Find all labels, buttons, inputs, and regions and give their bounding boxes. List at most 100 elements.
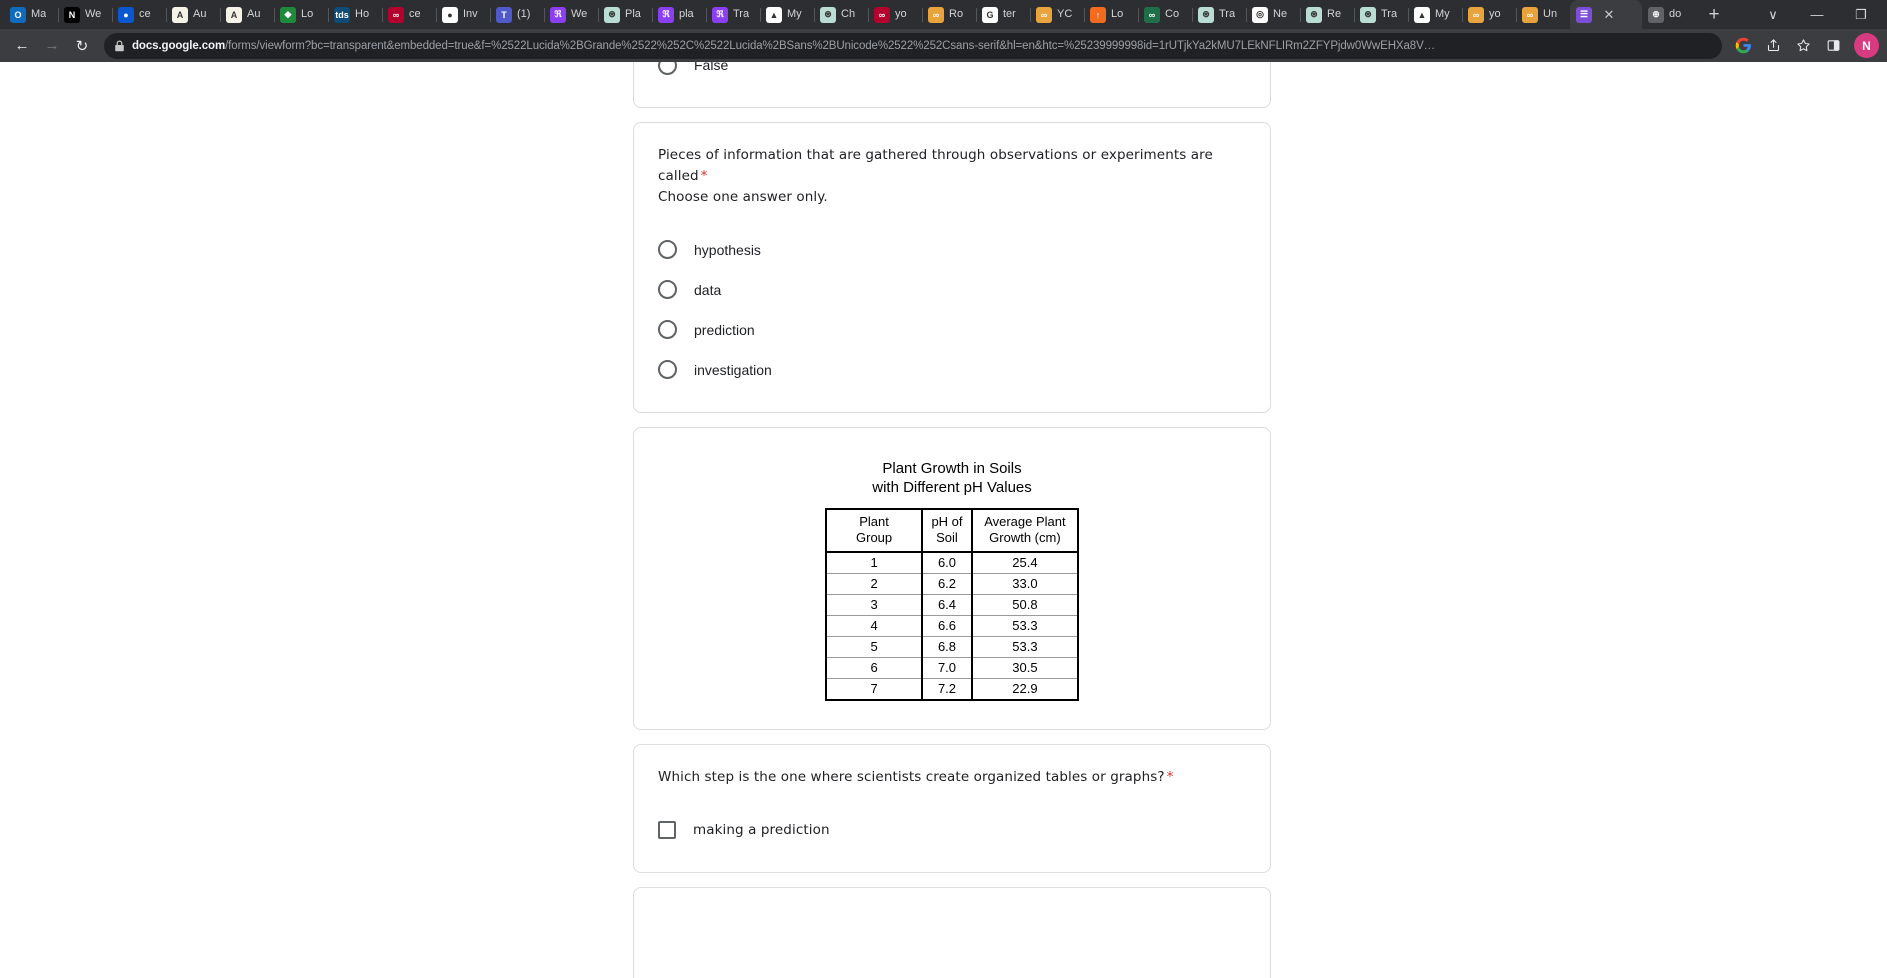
browser-tab-0[interactable]: O Ma (4, 0, 58, 29)
coursera-icon: ∞ (1036, 6, 1052, 23)
perplexity-icon: ℜ (712, 6, 728, 23)
google-forms-icon: ☰ (1576, 6, 1592, 23)
forward-button[interactable]: → (38, 32, 66, 60)
browser-tab-28[interactable]: ∞ Un (1516, 0, 1570, 29)
option-row-making-a-prediction[interactable]: making a prediction (658, 810, 1242, 850)
browser-tab-1[interactable]: N We (58, 0, 112, 29)
browser-tab-30[interactable]: ⊕ do (1642, 0, 1696, 29)
browser-tab-26[interactable]: ▲ My (1408, 0, 1462, 29)
checkbox-making-a-prediction[interactable] (658, 820, 676, 839)
browser-tab-17[interactable]: ∞ Ro (922, 0, 976, 29)
tab-title: My (1435, 8, 1450, 20)
table-cell: 5 (824, 635, 924, 658)
google-g-icon[interactable] (1730, 33, 1756, 59)
option-row-false[interactable]: False (658, 62, 1242, 85)
browser-tab-11[interactable]: ⊛ Pla (598, 0, 652, 29)
share-icon[interactable] (1760, 33, 1786, 59)
browser-tab-12[interactable]: ℜpla (652, 0, 706, 29)
browser-tab-5[interactable]: ◆ Lo (274, 0, 328, 29)
browser-tab-3[interactable]: A Au (166, 0, 220, 29)
option-row-hypothesis[interactable]: hypothesis (658, 230, 1242, 270)
bookmark-star-icon[interactable] (1790, 33, 1816, 59)
tab-title: Tra (1219, 8, 1236, 20)
tab-title: Ro (949, 8, 964, 20)
browser-tab-8[interactable]: ● Inv (436, 0, 490, 29)
browser-tab-24[interactable]: ⊛ Re (1300, 0, 1354, 29)
toolbar-right-group: N (1730, 33, 1879, 59)
col-head-line2: Soil (936, 530, 958, 546)
browser-tab-10[interactable]: ℜ We (544, 0, 598, 29)
browser-tab-22[interactable]: ⊛ Tra (1192, 0, 1246, 29)
browser-tab-19[interactable]: ∞ YC (1030, 0, 1084, 29)
table-title: Plant Growth in Soils with Different pH … (825, 460, 1079, 498)
browser-tab-6[interactable]: tds Ho (328, 0, 382, 29)
table-header-row: Plant Group pH of Soil Average Plant Gro… (824, 509, 1080, 553)
browser-tab-4[interactable]: A Au (220, 0, 274, 29)
tab-title: ter (1003, 8, 1016, 20)
table-cell: 2 (824, 572, 924, 595)
browser-tab-15[interactable]: ⊛ Ch (814, 0, 868, 29)
browser-tab-13[interactable]: ℜ Tra (706, 0, 760, 29)
url-host: docs.google.com (132, 39, 226, 52)
required-asterisk: * (700, 167, 708, 184)
browser-tab-7[interactable]: ∞ ce (382, 0, 436, 29)
browser-tab-active[interactable]: ☰ ✕ (1570, 0, 1642, 29)
outlook-icon: O (10, 6, 26, 23)
options-list-data: hypothesis data prediction investigation (658, 230, 1242, 390)
tab-close-button[interactable]: ✕ (1602, 8, 1616, 21)
table-image-wrapper: Plant Growth in Soils with Different pH … (662, 460, 1242, 701)
latex-icon: A (226, 6, 242, 23)
radio-false[interactable] (658, 62, 677, 75)
browser-tab-21[interactable]: ∞ Co (1138, 0, 1192, 29)
browser-tab-9[interactable]: T (1) (490, 0, 544, 29)
radio-data[interactable] (658, 280, 677, 300)
browser-tab-18[interactable]: Gter (976, 0, 1030, 29)
browser-tab-14[interactable]: ▲ My (760, 0, 814, 29)
option-row-investigation[interactable]: investigation (658, 350, 1242, 390)
lock-icon (114, 40, 125, 52)
option-label-data: data (694, 281, 722, 298)
restore-button[interactable]: ❐ (1839, 0, 1883, 29)
side-panel-icon[interactable] (1820, 33, 1846, 59)
table-cell: 53.3 (970, 614, 1080, 637)
infinity-green-icon: ∞ (1144, 6, 1160, 23)
tab-title: YC (1057, 8, 1073, 20)
address-bar[interactable]: docs.google.com/forms/viewform?bc=transp… (104, 32, 1722, 59)
minimize-button[interactable]: — (1795, 0, 1839, 29)
table-row: 7 7.2 22.9 (824, 677, 1080, 700)
browser-tab-25[interactable]: ⊛ Tra (1354, 0, 1408, 29)
option-label-making-a-prediction: making a prediction (693, 821, 830, 838)
blue-ring-icon: ● (118, 6, 134, 23)
table-cell: 6.4 (921, 593, 973, 616)
radio-hypothesis[interactable] (658, 240, 677, 260)
table-cell: 1 (824, 551, 924, 574)
required-asterisk: * (1166, 768, 1174, 785)
back-button[interactable]: ← (8, 32, 36, 60)
option-row-prediction[interactable]: prediction (658, 310, 1242, 350)
col-head-line1: Average Plant (984, 514, 1066, 530)
question-card-step: Which step is the one where scientists c… (633, 743, 1271, 873)
browser-tab-2[interactable]: ● ce (112, 0, 166, 29)
question-subtitle-data: Choose one answer only. (658, 188, 828, 205)
new-tab-button[interactable]: + (1700, 1, 1728, 29)
latex-icon: A (172, 6, 188, 23)
tab-strip: O Ma N We ● ce A Au A Au ◆ Lo tds Ho ∞ ce ● Inv T (1) ℜ We ⊛ Pl… (0, 0, 1887, 29)
tab-search-chevron-icon[interactable]: ∨ (1751, 0, 1795, 29)
reload-button[interactable]: ↻ (68, 32, 96, 60)
radio-investigation[interactable] (658, 360, 677, 380)
url-path: /forms/viewform?bc=transparent&embedded=… (225, 39, 1436, 52)
coursera-icon: ∞ (1468, 6, 1484, 23)
browser-tab-20[interactable]: ↑ Lo (1084, 0, 1138, 29)
google-icon: G (982, 6, 998, 23)
table-cell: 6.2 (921, 572, 973, 595)
perplexity-icon: ℜ (658, 6, 674, 23)
browser-toolbar: ← → ↻ docs.google.com/forms/viewform?bc=… (0, 29, 1887, 62)
table-cell: 7 (824, 677, 924, 700)
browser-tab-27[interactable]: ∞ yo (1462, 0, 1516, 29)
table-cell: 7.2 (921, 677, 973, 700)
option-row-data[interactable]: data (658, 270, 1242, 310)
browser-tab-23[interactable]: ◎ Ne (1246, 0, 1300, 29)
radio-prediction[interactable] (658, 320, 677, 340)
browser-tab-16[interactable]: ∞ yo (868, 0, 922, 29)
profile-avatar[interactable]: N (1854, 33, 1879, 58)
